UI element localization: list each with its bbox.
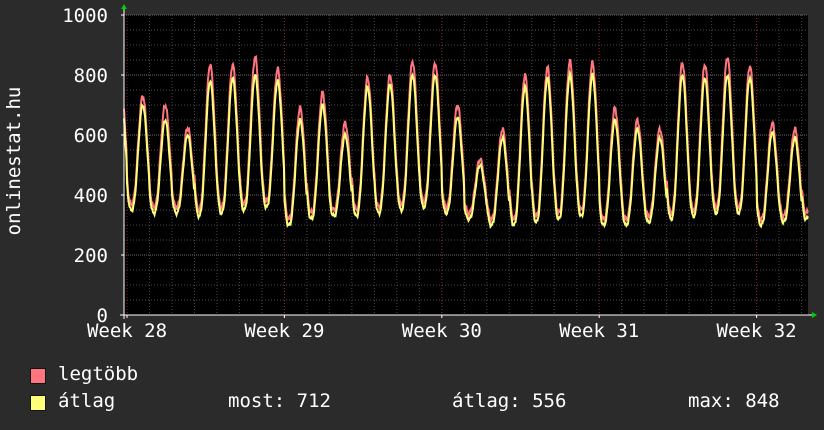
stat-max: max: 848 [688,390,780,412]
legend-swatch-max [30,368,46,384]
x-tick-label: Week 30 [402,320,482,342]
y-tick-label: 800 [74,65,108,87]
legend-label-avg: átlag [58,390,116,412]
y-tick-label: 400 [74,185,108,207]
y-axis-label: onlinestat.hu [3,86,25,236]
x-tick-label: Week 32 [717,320,797,342]
x-tick-label: Week 28 [87,320,167,342]
stat-current: most: 712 [228,390,331,412]
chart-svg: 02004006008001000Week 28 Week 29 Week 30 We… [62,4,817,342]
x-tick-label: Week 31 [559,320,639,342]
legend-label-max: legtöbb [58,363,139,385]
legend-swatch-avg [30,395,46,411]
y-tick-label: 200 [74,245,108,267]
legend-row-avg: átlag most: 712 átlag: 556 max: 848 [30,390,810,414]
y-tick-label: 1000 [62,5,108,27]
y-tick-label: 600 [74,125,108,147]
x-axis-arrow [812,312,817,318]
x-tick-label: Week 29 [244,320,324,342]
stat-average: átlag: 556 [452,390,567,412]
y-axis-arrow [121,4,127,9]
